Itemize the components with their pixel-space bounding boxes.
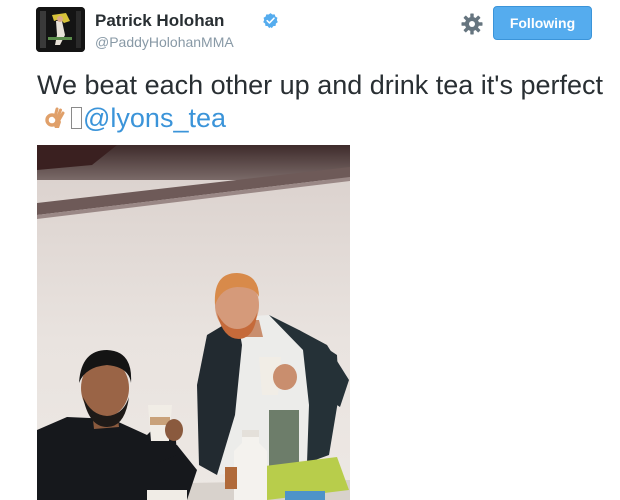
ok-hand-icon	[45, 107, 65, 128]
tweet-text: We beat each other up and drink tea it's…	[37, 69, 607, 135]
display-name[interactable]: Patrick Holohan	[95, 11, 224, 31]
tweet-photo[interactable]	[37, 145, 350, 500]
verified-badge-icon	[263, 13, 278, 29]
missing-glyph-icon	[71, 107, 82, 129]
avatar[interactable]	[36, 7, 85, 52]
tweet-text-body: We beat each other up and drink tea it's…	[37, 70, 603, 100]
gear-icon[interactable]	[460, 12, 484, 36]
mention-link[interactable]: @lyons_tea	[83, 103, 226, 133]
following-button[interactable]: Following	[493, 6, 592, 40]
tweet-card: Patrick Holohan @PaddyHolohanMMA Followi…	[0, 0, 620, 500]
screen-name[interactable]: @PaddyHolohanMMA	[95, 34, 234, 50]
